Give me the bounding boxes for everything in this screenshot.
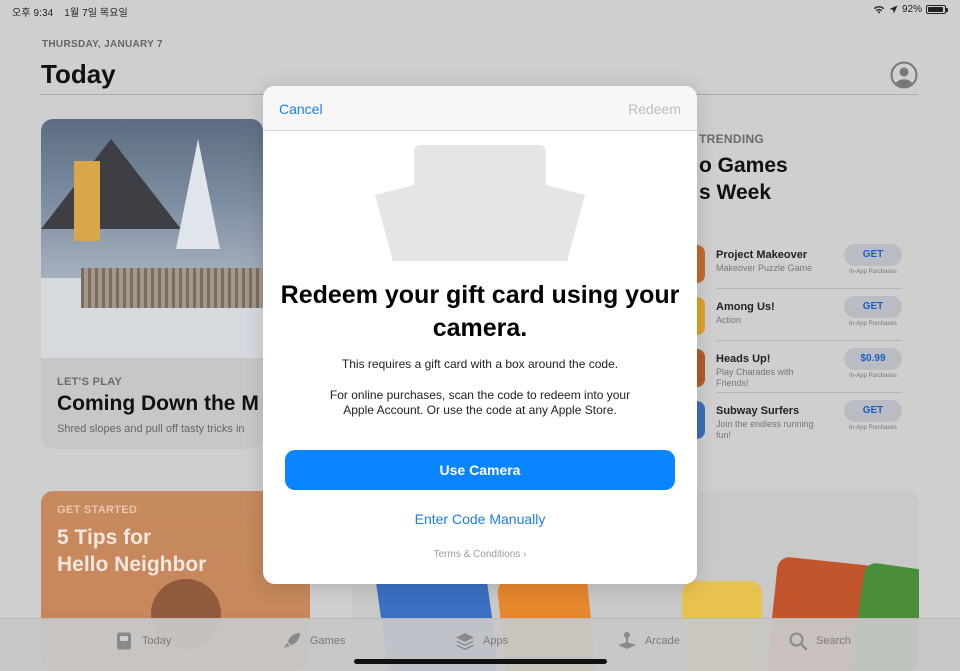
battery-fill [928, 7, 943, 12]
get-button[interactable]: GET [844, 296, 902, 318]
app-genre: Makeover Puzzle Game [716, 263, 813, 273]
use-camera-button[interactable]: Use Camera [285, 450, 675, 490]
battery-icon [926, 5, 948, 14]
app-icon [697, 349, 705, 387]
modal-nav-bar: Cancel Redeem [263, 86, 697, 131]
in-app-purchases-note: In-App Purchases [849, 321, 897, 327]
tab-search[interactable]: Search [788, 631, 851, 651]
terms-conditions-link[interactable]: Terms & Conditions › [263, 549, 697, 560]
gift-card-illustration-icon [375, 145, 585, 261]
in-app-purchases-note: In-App Purchases [849, 269, 897, 275]
app-genre: Play Charades with Friends! [716, 367, 794, 388]
tab-games[interactable]: Games [282, 631, 345, 651]
enter-code-manually-link[interactable]: Enter Code Manually [263, 511, 697, 527]
modal-description-secondary: For online purchases, scan the code to r… [329, 388, 631, 417]
wifi-icon [873, 6, 885, 14]
card-label: TRENDING [699, 132, 765, 146]
location-icon [889, 5, 898, 14]
get-button[interactable]: GET [844, 244, 902, 266]
rocket-icon [284, 633, 300, 648]
account-icon[interactable] [890, 61, 918, 89]
status-bar: 오후 9:34 1월 7일 목요일 92% [0, 0, 960, 20]
app-genre: Action [716, 315, 742, 325]
get-button[interactable]: $0.99 [844, 348, 902, 370]
app-name: Project Makeover [716, 249, 808, 261]
app-icon [697, 297, 705, 335]
tab-today[interactable]: Today [114, 631, 171, 651]
app-icon [697, 245, 705, 283]
redeem-button[interactable]: Redeem [628, 101, 681, 117]
card-label: GET STARTED [57, 504, 138, 516]
card-label: LET'S PLAY [57, 376, 123, 388]
app-list-item[interactable]: Heads Up! Play Charades with Friends! $0.9… [697, 341, 919, 393]
layers-icon [456, 633, 474, 650]
card-headline: o Games s Week [699, 154, 788, 204]
page-title: Today [41, 59, 116, 89]
card-subtitle: Shred slopes and pull off tasty tricks i… [57, 423, 245, 435]
search-icon [789, 632, 808, 651]
in-app-purchases-note: In-App Purchases [849, 373, 897, 379]
joystick-icon [618, 632, 636, 649]
tab-apps[interactable]: Apps [455, 631, 508, 651]
app-name: Subway Surfers [716, 405, 800, 417]
home-indicator[interactable] [354, 659, 607, 664]
trending-card[interactable]: TRENDING o Games s Week Project Makeover… [697, 119, 919, 449]
app-name: Among Us! [716, 301, 775, 313]
cancel-button[interactable]: Cancel [279, 101, 323, 117]
in-app-purchases-note: In-App Purchases [849, 425, 897, 431]
today-date: THURSDAY, JANUARY 7 [42, 39, 163, 50]
lets-play-card[interactable]: LET'S PLAY Coming Down the M Shred slope… [41, 119, 263, 449]
modal-description: This requires a gift card with a box aro… [341, 357, 619, 371]
game-artwork [41, 119, 263, 358]
app-list-item[interactable]: Among Us! Action GET In-App Purchases [697, 289, 919, 341]
tab-arcade[interactable]: Arcade [617, 631, 680, 651]
app-genre: Join the endless running fun! [716, 419, 814, 440]
app-icon [697, 401, 705, 439]
app-name: Heads Up! [716, 353, 771, 365]
modal-title: Redeem your gift card using your camera. [280, 281, 680, 342]
app-list-item[interactable]: Project Makeover Makeover Puzzle Game GET I… [697, 237, 919, 289]
card-headline: 5 Tips for Hello Neighbor [57, 526, 207, 576]
redeem-gift-card-modal: Cancel Redeem Redeem your gift card usin… [263, 86, 697, 584]
status-date: 1월 7일 목요일 [64, 8, 128, 19]
status-time: 오후 9:34 [12, 8, 54, 19]
card-headline: Coming Down the M [57, 392, 259, 415]
get-button[interactable]: GET [844, 400, 902, 422]
app-list-item[interactable]: Subway Surfers Join the endless running f… [697, 393, 919, 445]
battery-percent: 92% [901, 4, 922, 15]
today-icon [117, 632, 131, 650]
